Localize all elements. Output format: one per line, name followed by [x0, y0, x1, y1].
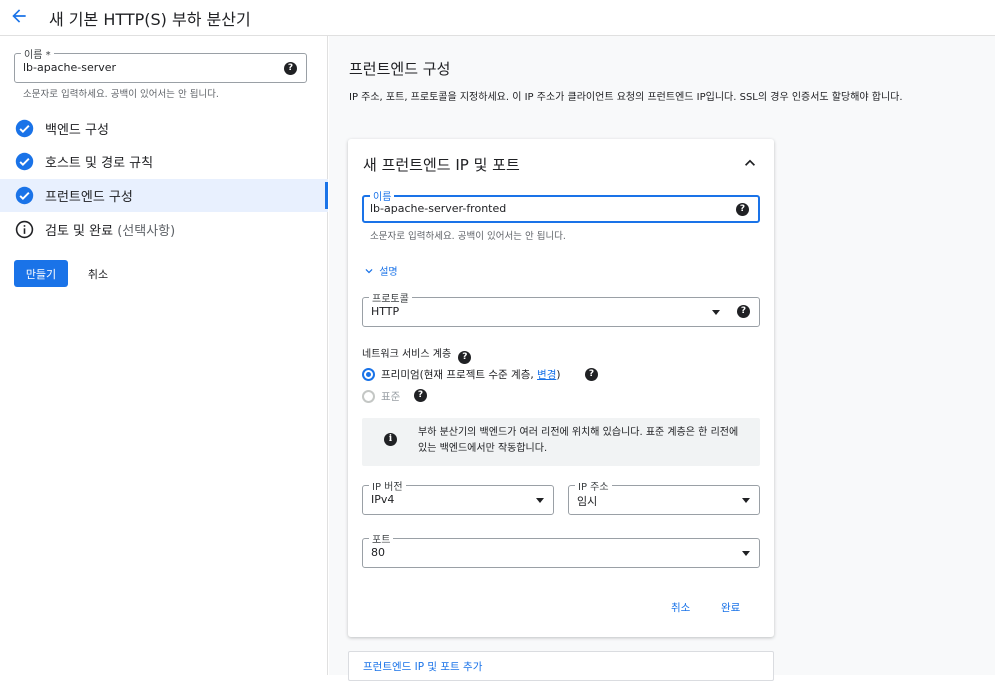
- chevron-up-icon[interactable]: [740, 153, 760, 173]
- add-frontend-label: 프런트엔드 IP 및 포트 추가: [363, 661, 483, 673]
- step-label-text: 검토 및 완료: [45, 224, 114, 239]
- help-icon[interactable]: ?: [284, 62, 297, 75]
- cancel-button[interactable]: 취소: [80, 260, 116, 287]
- step-label: 호스트 및 경로 규칙: [45, 156, 154, 171]
- step-label: 백엔드 구성: [45, 123, 109, 138]
- premium-tier-suffix: ): [556, 369, 561, 381]
- lb-name-value[interactable]: lb-apache-server: [23, 61, 116, 74]
- arrow-back-icon[interactable]: [9, 6, 29, 26]
- step-backend-config[interactable]: 백엔드 구성: [0, 112, 328, 145]
- step-label: 프런트엔드 구성: [45, 190, 133, 205]
- tier-info-box: i 부하 분산기의 백엔드가 여러 리전에 위치해 있습니다. 표준 계층은 한…: [362, 418, 760, 466]
- ip-version-value: IPv4: [371, 493, 395, 506]
- step-label: 검토 및 완료 (선택사항): [45, 220, 175, 239]
- lb-name-field[interactable]: 이름 * lb-apache-server ?: [14, 46, 307, 83]
- top-bar: 새 기본 HTTP(S) 부하 분산기: [0, 0, 995, 36]
- protocol-select[interactable]: 프로토콜 HTTP ?: [362, 290, 760, 327]
- frontend-card: 새 프런트엔드 IP 및 포트 이름 lb-apache-server-fron…: [348, 139, 774, 637]
- step-frontend-config[interactable]: 프런트엔드 구성: [0, 179, 328, 212]
- ip-version-select[interactable]: IP 버전 IPv4: [362, 478, 554, 515]
- help-icon[interactable]: ?: [414, 389, 427, 402]
- protocol-value: HTTP: [371, 305, 400, 318]
- step-review-finish[interactable]: 검토 및 완료 (선택사항): [0, 213, 328, 246]
- help-icon[interactable]: ?: [585, 368, 598, 381]
- premium-tier-text: 프리미엄(현재 프로젝트 수준 계층,: [381, 369, 538, 381]
- section-description: IP 주소, 포트, 프로토콜을 지정하세요. 이 IP 주소가 클라이언트 요…: [349, 92, 903, 103]
- left-panel: 이름 * lb-apache-server ? 소문자로 입력하세요. 공백이 …: [0, 36, 328, 675]
- frontend-name-value[interactable]: lb-apache-server-fronted: [370, 202, 506, 215]
- step-host-path-rules[interactable]: 호스트 및 경로 규칙: [0, 145, 328, 178]
- protocol-label: 프로토콜: [369, 290, 412, 305]
- description-toggle[interactable]: 설명: [362, 263, 398, 278]
- add-frontend-button[interactable]: 프런트엔드 IP 및 포트 추가: [348, 651, 774, 681]
- check-circle-icon: [15, 119, 34, 138]
- card-title: 새 프런트엔드 IP 및 포트: [363, 156, 520, 174]
- card-cancel-button[interactable]: 취소: [671, 600, 690, 615]
- ip-version-label: IP 버전: [369, 478, 406, 493]
- check-circle-icon: [15, 186, 34, 205]
- network-tier-label-text: 네트워크 서비스 계층: [362, 349, 452, 360]
- standard-tier-radio[interactable]: [362, 390, 375, 403]
- section-title: 프런트엔드 구성: [349, 60, 451, 78]
- help-icon[interactable]: ?: [458, 351, 472, 364]
- check-circle-icon: [15, 152, 34, 171]
- standard-tier-label: 표준: [381, 391, 401, 403]
- tier-info-text: 부하 분산기의 백엔드가 여러 리전에 위치해 있습니다. 표준 계층은 한 리…: [418, 427, 739, 454]
- info-icon: i: [384, 433, 397, 446]
- lb-name-hint: 소문자로 입력하세요. 공백이 있어서는 안 됩니다.: [23, 89, 219, 100]
- network-tier-label: 네트워크 서비스 계층 ?: [362, 345, 472, 364]
- frontend-name-field[interactable]: 이름 lb-apache-server-fronted ?: [362, 188, 760, 223]
- port-select[interactable]: 포트 80: [362, 531, 760, 568]
- dropdown-arrow-icon: [742, 498, 750, 503]
- ip-address-value: 임시: [577, 495, 598, 508]
- description-toggle-label: 설명: [379, 267, 398, 278]
- frontend-name-label: 이름: [370, 188, 395, 203]
- premium-tier-label: 프리미엄(현재 프로젝트 수준 계층, 변경): [381, 367, 560, 382]
- step-optional: (선택사항): [117, 224, 176, 239]
- create-button[interactable]: 만들기: [14, 260, 68, 287]
- dropdown-arrow-icon: [712, 310, 720, 315]
- info-outline-icon: [15, 220, 34, 239]
- change-tier-link[interactable]: 변경: [537, 369, 556, 381]
- card-done-button[interactable]: 완료: [721, 600, 740, 615]
- page-title: 새 기본 HTTP(S) 부하 분산기: [49, 10, 251, 29]
- premium-tier-radio[interactable]: [362, 368, 375, 381]
- help-icon[interactable]: ?: [737, 305, 750, 318]
- main-content: 프런트엔드 구성 IP 주소, 포트, 프로토콜을 지정하세요. 이 IP 주소…: [329, 36, 995, 681]
- ip-address-label: IP 주소: [575, 478, 612, 493]
- port-label: 포트: [369, 531, 394, 546]
- dropdown-arrow-icon: [742, 551, 750, 556]
- frontend-name-hint: 소문자로 입력하세요. 공백이 있어서는 안 됩니다.: [370, 231, 566, 242]
- lb-name-label: 이름 *: [21, 46, 54, 61]
- dropdown-arrow-icon: [536, 498, 544, 503]
- ip-address-select[interactable]: IP 주소 임시: [568, 478, 760, 515]
- help-icon[interactable]: ?: [736, 203, 749, 216]
- port-value: 80: [371, 546, 385, 559]
- chevron-down-icon: [365, 269, 373, 274]
